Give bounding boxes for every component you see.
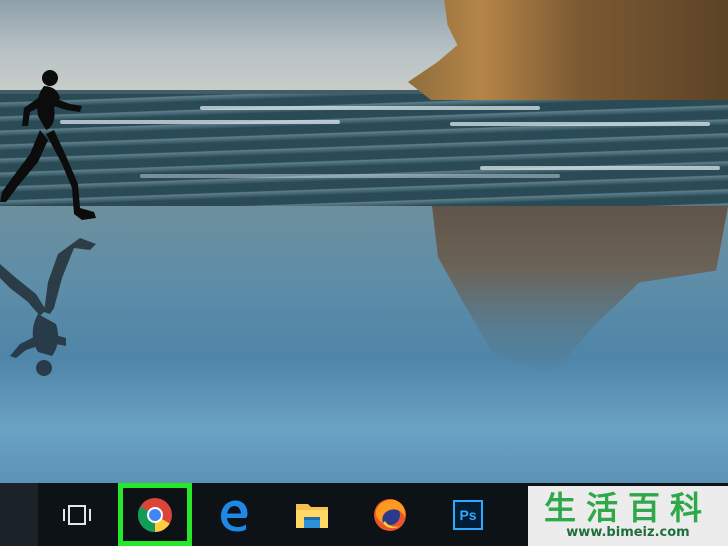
photoshop-icon: Ps — [453, 499, 483, 530]
taskbar-photoshop-button[interactable]: Ps — [431, 483, 505, 546]
task-view-icon — [63, 504, 91, 525]
taskbar-chrome-button[interactable] — [118, 483, 192, 546]
firefox-icon — [374, 498, 406, 531]
taskbar-firefox-button[interactable] — [353, 483, 427, 546]
start-area[interactable] — [0, 483, 38, 546]
edge-icon — [221, 500, 248, 531]
runner-silhouette — [0, 70, 96, 220]
taskbar-file-explorer-button[interactable] — [275, 483, 349, 546]
watermark-title: 生活百科 — [543, 489, 712, 527]
watermark-url: www.bimeiz.com — [566, 525, 690, 540]
taskbar-edge-button[interactable] — [196, 483, 270, 546]
photoshop-icon-label: Ps — [459, 506, 477, 523]
watermark-logo: 生活百科 www.bimeiz.com — [528, 486, 728, 546]
wallpaper-waves — [0, 94, 728, 206]
chrome-icon — [138, 497, 172, 532]
folder-icon — [296, 503, 328, 528]
desktop-wallpaper — [0, 0, 728, 483]
task-view-button[interactable] — [40, 483, 114, 546]
runner-reflection — [0, 238, 96, 376]
